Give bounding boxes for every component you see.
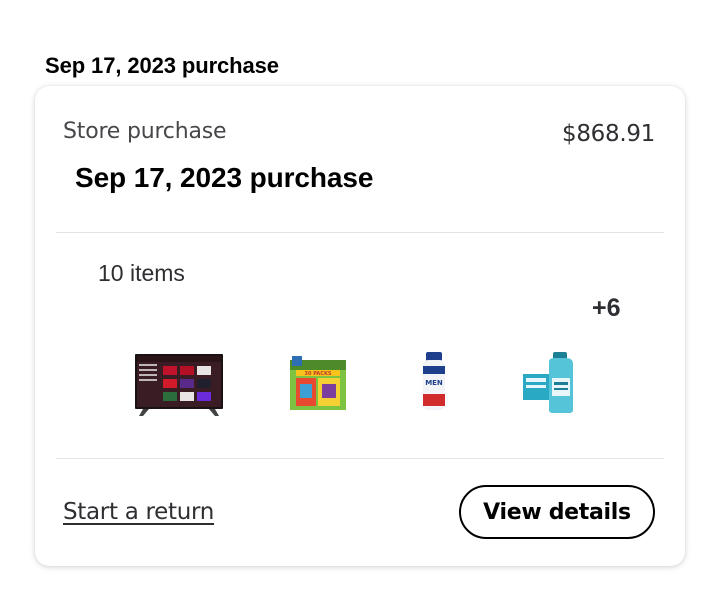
order-date-heading: Sep 17, 2023 purchase	[75, 162, 374, 193]
svg-text:MEN: MEN	[425, 379, 443, 387]
tv-icon	[135, 354, 223, 416]
purchase-date-heading: Sep 17, 2023 purchase	[45, 53, 279, 78]
snack-box-icon: 30 PACKS	[290, 356, 346, 410]
product-thumbnail-tv[interactable]	[133, 354, 225, 423]
order-total: $868.91	[561, 121, 655, 147]
items-count: 10 items	[98, 260, 185, 286]
start-return-link[interactable]: Start a return	[63, 499, 214, 525]
order-card: Store purchase $868.91 Sep 17, 2023 purc…	[35, 86, 685, 566]
product-thumbnail-snack-box[interactable]: 30 PACKS	[288, 354, 348, 419]
purchase-type-label: Store purchase	[63, 119, 227, 144]
svg-text:30 PACKS: 30 PACKS	[305, 371, 332, 377]
divider	[56, 232, 664, 233]
product-thumbnail-mouthwash[interactable]	[521, 352, 581, 419]
mouthwash-icon	[523, 352, 573, 413]
divider	[56, 458, 664, 459]
more-items-count[interactable]: +6	[592, 294, 621, 323]
shampoo-bottle-icon: MEN	[423, 352, 445, 410]
view-details-button[interactable]: View details	[459, 485, 655, 539]
product-thumbnail-shampoo[interactable]: MEN	[420, 352, 448, 417]
